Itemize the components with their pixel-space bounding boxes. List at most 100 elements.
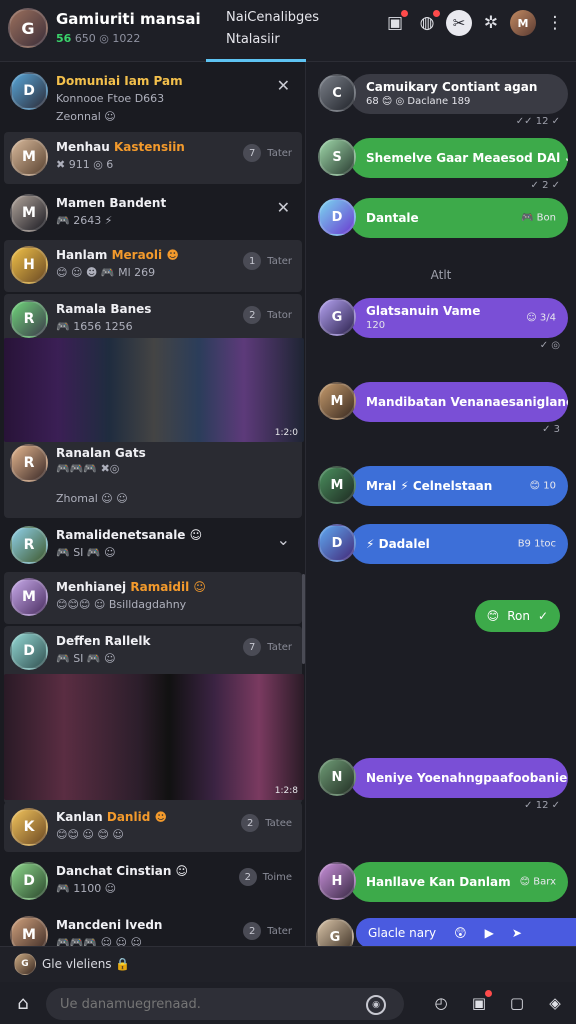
gaming-setup-image[interactable]: 1:2:0 bbox=[4, 338, 304, 442]
message[interactable]: Mandibatan Venanaesaniglanc M ✓ 3 bbox=[318, 380, 568, 435]
chat-row[interactable]: K Kanlan Danlid ☻ 😊😊 ☺ 😊 ☺ 2 Tatee bbox=[4, 802, 302, 852]
unread-badge: 2 bbox=[241, 814, 260, 832]
composer-bar: ⌂ ◉ ◴ ▣ ▢ ◈ bbox=[0, 982, 576, 1024]
message-avatar: H bbox=[318, 862, 356, 900]
message[interactable]: Glatsanuin Vame 120 ☺ 3/4 G ✓ ◎ bbox=[318, 296, 568, 351]
chat-row-avatar: M bbox=[10, 578, 48, 616]
chat-row-meta: 😊 ☺ ☻ 🎮 Ml 269 bbox=[56, 266, 156, 279]
chat-row-avatar: K bbox=[10, 808, 48, 846]
tab-label-secondary: Ntalasiir bbox=[226, 32, 280, 47]
chat-row-time: 2 Tator bbox=[243, 306, 292, 324]
chat-row-name: Menhau Kastensiin bbox=[56, 140, 185, 154]
settings-icon[interactable]: ✲ bbox=[478, 10, 504, 36]
chat-row-sub: Zhomal ☺ ☺ bbox=[56, 492, 128, 505]
message[interactable]: Dantale 🎮 Bon D bbox=[318, 196, 568, 240]
chat-row-avatar: D bbox=[10, 72, 48, 110]
message-avatar: S bbox=[318, 138, 356, 176]
chat-row-meta: 😊😊😊 ☺ Bsilldagdahny bbox=[56, 598, 187, 611]
chat-row-name: Deffen Rallelk bbox=[56, 634, 151, 648]
gift-icon[interactable]: ◈ bbox=[542, 990, 568, 1016]
typing-avatar: G bbox=[14, 953, 36, 975]
chat-stats: 650 ◎ 1022 bbox=[74, 32, 141, 45]
outgoing-text: Ron bbox=[507, 609, 530, 623]
history-icon[interactable]: ◴ bbox=[428, 990, 454, 1016]
image-duration: 1:2:8 bbox=[274, 786, 298, 796]
media-icon[interactable]: ▣ bbox=[466, 990, 492, 1016]
message-avatar: N bbox=[318, 758, 356, 796]
typing-text: Gle vleliens 🔒 bbox=[42, 957, 131, 971]
unread-badge: 1 bbox=[243, 252, 262, 270]
chat-row-name: Mancdeni lvedn bbox=[56, 918, 163, 932]
profile-avatar[interactable]: M bbox=[510, 10, 536, 36]
message-bubble: Shemelve Gaar Meaesod DAl ✓ bbox=[350, 138, 568, 178]
home-icon[interactable]: ⌂ bbox=[10, 990, 36, 1016]
header: G Gamiuriti mansai 56 650 ◎ 1022 NaiCena… bbox=[0, 0, 576, 62]
chat-row-avatar: M bbox=[10, 138, 48, 176]
chat-row-name: Ramala Banes bbox=[56, 302, 152, 316]
tab-active[interactable]: NaiCenalibges Ntalasiir bbox=[206, 0, 319, 62]
chat-row[interactable]: D Domuniai Iam Pam Konnooe Ftoe D663 Zeo… bbox=[4, 66, 302, 126]
send-icon[interactable]: ➤ bbox=[512, 926, 522, 940]
chat-row[interactable]: M Menhau Kastensiin ✖ 911 ◎ 6 7 Tater bbox=[4, 132, 302, 184]
chat-row-avatar: H bbox=[10, 246, 48, 284]
chat-row-meta: 🎮 1100 ☺ bbox=[56, 882, 117, 895]
chat-row-meta: 🎮🎮🎮 ☺ ☺ ☺ bbox=[56, 936, 142, 946]
message-avatar: M bbox=[318, 466, 356, 504]
message[interactable]: ⚡ Dadalel B9 1toc D bbox=[318, 522, 568, 566]
message[interactable]: Glacle nary 😲 ▶ ➤ G bbox=[316, 918, 576, 946]
message[interactable]: Shemelve Gaar Meaesod DAl ✓ S ✓ 2 ✓ bbox=[318, 136, 568, 191]
close-icon[interactable]: ✕ bbox=[277, 198, 290, 217]
chat-row-meta: Konnooe Ftoe D663 bbox=[56, 92, 165, 105]
reactions-icon[interactable]: ◍ bbox=[414, 10, 440, 36]
gaming-room-image[interactable]: 1:2:8 bbox=[4, 674, 304, 800]
chat-row-time: 2 Tatee bbox=[241, 814, 292, 832]
message-bubble: Glacle nary 😲 ▶ ➤ bbox=[356, 918, 576, 946]
chat-row[interactable]: D Danchat Cinstian ☺ 🎮 1100 ☺ 2 Toime bbox=[4, 856, 302, 908]
unread-badge: 2 bbox=[243, 306, 262, 324]
message-input[interactable] bbox=[46, 988, 404, 1020]
message[interactable]: Hanllave Kan Danlam 😊 Barx H bbox=[318, 860, 568, 904]
chat-row-avatar: M bbox=[10, 916, 48, 946]
read-check-icon: ✓ bbox=[537, 609, 548, 623]
date-divider: Atlt bbox=[430, 268, 452, 282]
chat-row-meta: 🎮🎮🎮 ✖◎ bbox=[56, 462, 120, 475]
close-icon[interactable]: ✕ bbox=[277, 76, 290, 95]
unread-badge: 2 bbox=[243, 922, 262, 940]
chat-row-avatar: R bbox=[10, 444, 48, 482]
message-avatar: D bbox=[318, 198, 356, 236]
chat-row-time: 2 Tater bbox=[243, 922, 292, 940]
chat-row[interactable]: M Menhianej Ramaidil ☺ 😊😊😊 ☺ Bsilldagdah… bbox=[4, 572, 302, 624]
more-vert-icon[interactable]: ⋮ bbox=[542, 10, 568, 36]
chevron-down-icon[interactable]: ⌄ bbox=[277, 530, 290, 549]
chat-row-name: Ranalan Gats bbox=[56, 446, 146, 460]
chat-row[interactable]: M Mancdeni lvedn 🎮🎮🎮 ☺ ☺ ☺ 2 Tater bbox=[4, 910, 302, 946]
message-bubble: Mandibatan Venanaesaniglanc bbox=[350, 382, 568, 422]
chat-row-meta: ✖ 911 ◎ 6 bbox=[56, 158, 114, 171]
notification-dot bbox=[401, 10, 408, 17]
composer-actions: ◴ ▣ ▢ ◈ bbox=[428, 990, 568, 1016]
chat-row-time: 7 Tater bbox=[243, 144, 292, 162]
message-bubble: Hanllave Kan Danlam 😊 Barx bbox=[350, 862, 568, 902]
attach-icon[interactable]: ◉ bbox=[366, 995, 386, 1015]
message[interactable]: Neniye Yoenahngpaafoobanie N ✓ 12 ✓ bbox=[318, 756, 568, 811]
message-avatar: G bbox=[316, 918, 354, 946]
chat-row-name: Ramalidenetsanale ☺ bbox=[56, 528, 203, 542]
notification-square-icon[interactable]: ▣ bbox=[382, 10, 408, 36]
chat-row[interactable]: R Ramalidenetsanale ☺ 🎮 SI 🎮 ☺ ⌄ bbox=[4, 520, 302, 570]
tools-icon[interactable]: ✂ bbox=[446, 10, 472, 36]
message-bubble: Dantale 🎮 Bon bbox=[350, 198, 568, 238]
chat-row[interactable]: M Mamen Bandent 🎮 2643 ⚡ ✕ bbox=[4, 188, 302, 238]
message[interactable]: Mral ⚡ Celnelstaan 😊 10 M bbox=[318, 464, 568, 508]
image-duration: 1:2:0 bbox=[274, 428, 298, 438]
outgoing-message[interactable]: 😊 Ron ✓ bbox=[474, 600, 560, 632]
scrollbar[interactable] bbox=[302, 574, 305, 664]
sticker-icon[interactable]: ▢ bbox=[504, 990, 530, 1016]
chat-row[interactable]: H Hanlam Meraoli ☻ 😊 ☺ ☻ 🎮 Ml 269 1 Tater bbox=[4, 240, 302, 292]
message[interactable]: Camuikary Contiant agan 68 😊 ◎ Daclane 18… bbox=[318, 72, 568, 127]
chat-row-meta: 🎮 SI 🎮 ☺ bbox=[56, 546, 116, 559]
message-status: ✓ 2 ✓ bbox=[530, 180, 560, 191]
notification-dot bbox=[485, 990, 492, 997]
tab-label-primary: NaiCenalibges bbox=[226, 10, 320, 25]
play-icon[interactable]: ▶ bbox=[485, 926, 494, 940]
chat-avatar[interactable]: G bbox=[8, 8, 48, 48]
